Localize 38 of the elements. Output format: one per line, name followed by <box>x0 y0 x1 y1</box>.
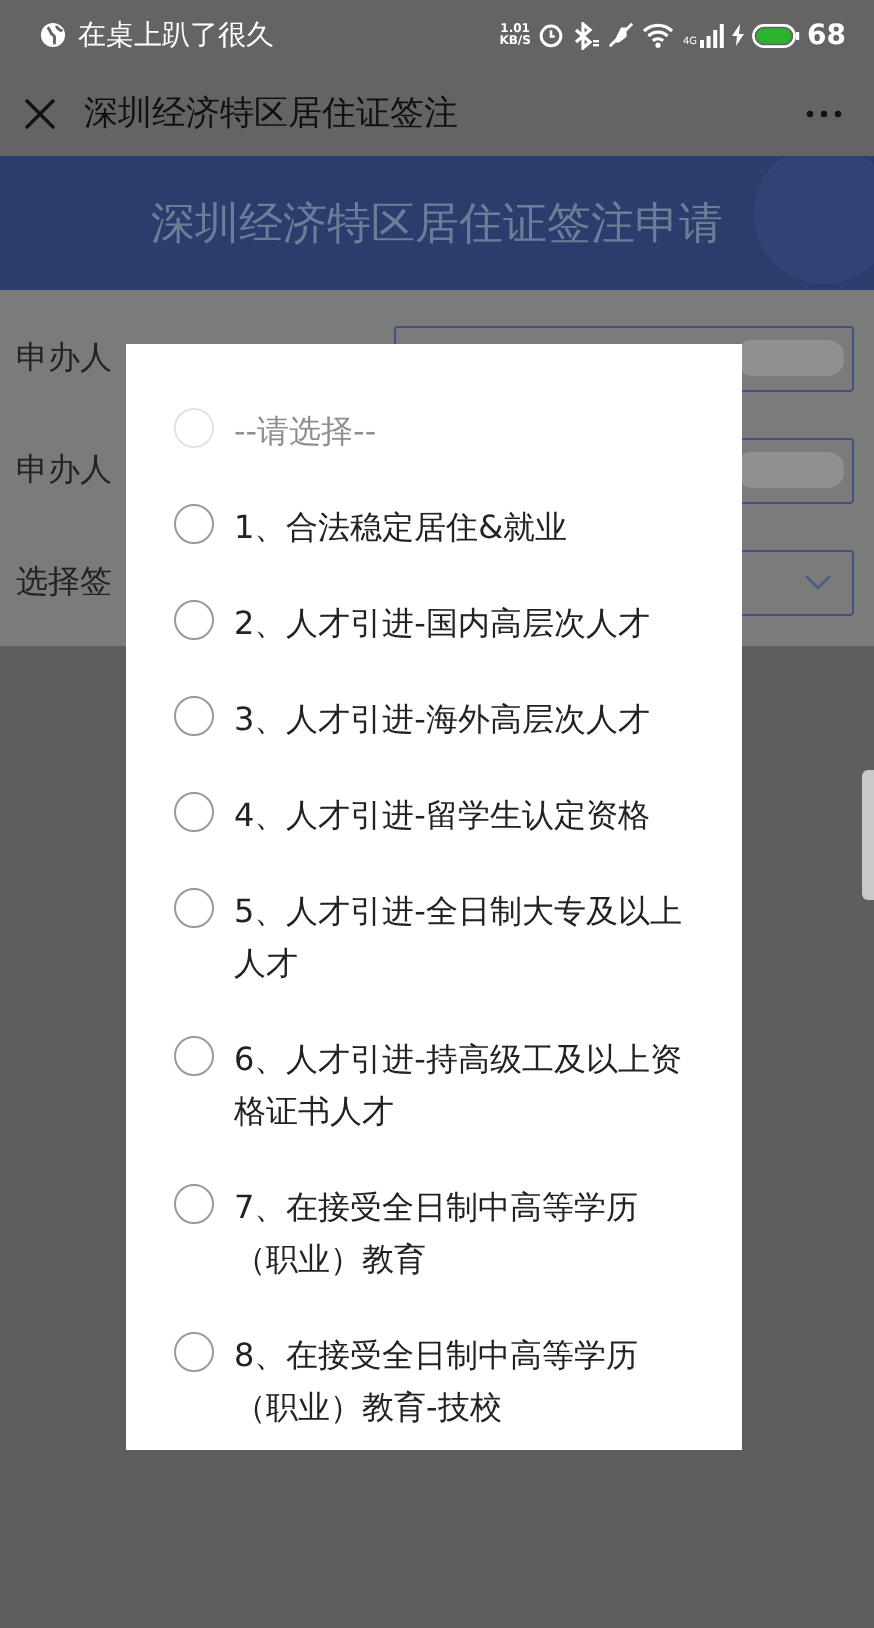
radio-button[interactable] <box>174 792 214 832</box>
more-icon <box>806 109 842 117</box>
alarm-icon <box>538 22 565 48</box>
radio-button[interactable] <box>174 504 214 544</box>
close-button[interactable] <box>20 93 60 133</box>
more-button[interactable] <box>802 105 846 121</box>
option-item[interactable]: 5、人才引进-全日制大专及以上人才 <box>174 864 722 1012</box>
notification-text: 在桌上趴了很久 <box>78 17 274 53</box>
side-handle[interactable] <box>862 770 874 900</box>
banner-title: 深圳经济特区居住证签注申请 <box>151 197 723 253</box>
battery-percent: 68 <box>807 19 846 51</box>
globe-icon <box>40 22 66 48</box>
option-item[interactable]: 2、人才引进-国内高层次人才 <box>174 576 722 672</box>
chevron-down-icon <box>804 574 832 590</box>
signal-icon <box>699 23 724 47</box>
blurred-value <box>736 452 844 488</box>
radio-button[interactable] <box>174 888 214 928</box>
field-label: 申办人 <box>16 449 112 491</box>
radio-button[interactable] <box>174 1036 214 1076</box>
field-label: 选择签 <box>16 561 112 603</box>
page-title: 深圳经济特区居住证签注 <box>84 92 460 136</box>
radio-button[interactable] <box>174 600 214 640</box>
option-item[interactable]: 4、人才引进-留学生认定资格 <box>174 768 722 864</box>
radio-button[interactable] <box>174 1184 214 1224</box>
option-item[interactable]: 6、人才引进-持高级工及以上资格证书人才 <box>174 1012 722 1160</box>
close-icon <box>24 97 56 129</box>
battery-icon <box>751 23 800 47</box>
option-item[interactable]: 8、在接受全日制中高等学历（职业）教育-技校 <box>174 1308 722 1456</box>
field-label: 申办人 <box>16 337 112 379</box>
option-item[interactable]: 3、人才引进-海外高层次人才 <box>174 672 722 768</box>
option-item[interactable]: 7、在接受全日制中高等学历（职业）教育 <box>174 1160 722 1308</box>
wifi-icon <box>642 22 675 48</box>
radio-button[interactable] <box>174 696 214 736</box>
blurred-value <box>736 340 844 376</box>
radio-button[interactable] <box>174 1332 214 1372</box>
option-item[interactable]: 1、合法稳定居住&就业 <box>174 480 722 576</box>
bluetooth-icon <box>572 21 601 49</box>
charging-icon <box>731 24 744 46</box>
